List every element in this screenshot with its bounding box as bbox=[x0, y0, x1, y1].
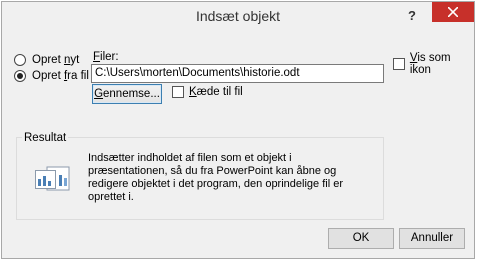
embedded-chart-document-icon bbox=[35, 166, 70, 191]
radio-button[interactable] bbox=[14, 54, 26, 66]
radio-button-selected[interactable] bbox=[14, 70, 26, 82]
radio-create-from-file[interactable]: Opret fra fil bbox=[14, 70, 89, 82]
radio-create-new[interactable]: Opret nyt bbox=[14, 54, 79, 66]
ok-button[interactable]: OK bbox=[328, 228, 394, 249]
link-to-file-label: Kæde til fil bbox=[189, 86, 243, 98]
help-button[interactable]: ? bbox=[402, 6, 422, 26]
result-group-label: Resultat bbox=[22, 132, 69, 144]
radio-create-from-file-label: Opret fra fil bbox=[32, 70, 89, 82]
title-bar: Indsæt objekt ? bbox=[2, 2, 474, 31]
insert-object-dialog: Indsæt objekt ? Opret nyt Opret fra fil … bbox=[1, 1, 475, 259]
file-path-input[interactable]: C:\Users\morten\Documents\historie.odt bbox=[91, 64, 384, 83]
radio-create-new-label: Opret nyt bbox=[32, 54, 80, 66]
cancel-button[interactable]: Annuller bbox=[399, 228, 465, 249]
result-description: Indsætter indholdet af filen som et obje… bbox=[88, 152, 343, 203]
link-to-file-checkbox-row[interactable]: Kæde til fil bbox=[172, 86, 243, 98]
display-as-icon-row[interactable]: Vis som ikon bbox=[393, 52, 474, 76]
link-to-file-checkbox[interactable] bbox=[172, 86, 184, 98]
display-as-icon-label: Vis som ikon bbox=[409, 52, 451, 76]
close-button[interactable] bbox=[432, 2, 474, 22]
file-field-label: Filer: bbox=[93, 51, 119, 63]
browse-button[interactable]: Gennemse... bbox=[92, 84, 162, 104]
display-as-icon-checkbox[interactable] bbox=[393, 58, 405, 70]
close-icon bbox=[448, 7, 458, 17]
